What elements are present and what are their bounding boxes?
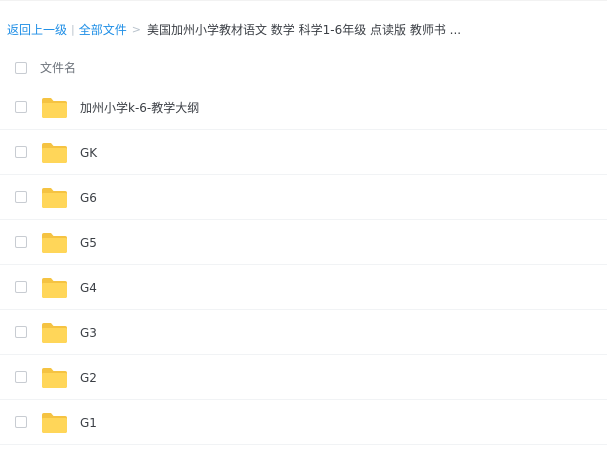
file-row[interactable]: GK [0,130,607,175]
breadcrumb-arrow: > [131,23,141,36]
select-all-checkbox[interactable] [15,62,27,74]
folder-icon [42,323,67,343]
folder-name[interactable]: G4 [80,279,97,297]
row-checkbox[interactable] [15,326,27,338]
row-checkbox[interactable] [15,371,27,383]
folder-icon [42,143,67,163]
folder-icon [42,188,67,208]
file-row[interactable]: G5 [0,220,607,265]
breadcrumb: 返回上一级 | 全部文件 > 美国加州小学教材语文 数学 科学1-6年级 点读版… [7,21,461,39]
back-link[interactable]: 返回上一级 [7,21,67,39]
file-row[interactable]: G2 [0,355,607,400]
row-checkbox[interactable] [15,281,27,293]
file-list: 加州小学k-6-教学大纲 GK G6 G5 G4 G3 G2 G1 [0,85,607,445]
folder-icon [42,233,67,253]
breadcrumb-separator: | [71,23,75,36]
file-row[interactable]: G3 [0,310,607,355]
folder-icon [42,278,67,298]
all-files-link[interactable]: 全部文件 [79,21,127,39]
folder-name[interactable]: 加州小学k-6-教学大纲 [80,99,199,117]
folder-name[interactable]: G3 [80,324,97,342]
row-checkbox[interactable] [15,146,27,158]
folder-icon [42,98,67,118]
row-checkbox[interactable] [15,416,27,428]
row-checkbox[interactable] [15,191,27,203]
current-folder-path: 美国加州小学教材语文 数学 科学1-6年级 点读版 教师书 ... [146,23,462,37]
folder-name[interactable]: G1 [80,414,97,432]
filename-column-header[interactable]: 文件名 [40,59,76,77]
top-divider [0,0,607,1]
file-row[interactable]: G6 [0,175,607,220]
file-row[interactable]: 加州小学k-6-教学大纲 [0,85,607,130]
folder-name[interactable]: G2 [80,369,97,387]
file-row[interactable]: G1 [0,400,607,445]
folder-icon [42,368,67,388]
row-checkbox[interactable] [15,236,27,248]
row-checkbox[interactable] [15,101,27,113]
folder-name[interactable]: GK [80,144,97,162]
folder-icon [42,413,67,433]
file-list-header: 文件名 [0,55,607,81]
folder-name[interactable]: G6 [80,189,97,207]
file-row[interactable]: G4 [0,265,607,310]
folder-name[interactable]: G5 [80,234,97,252]
